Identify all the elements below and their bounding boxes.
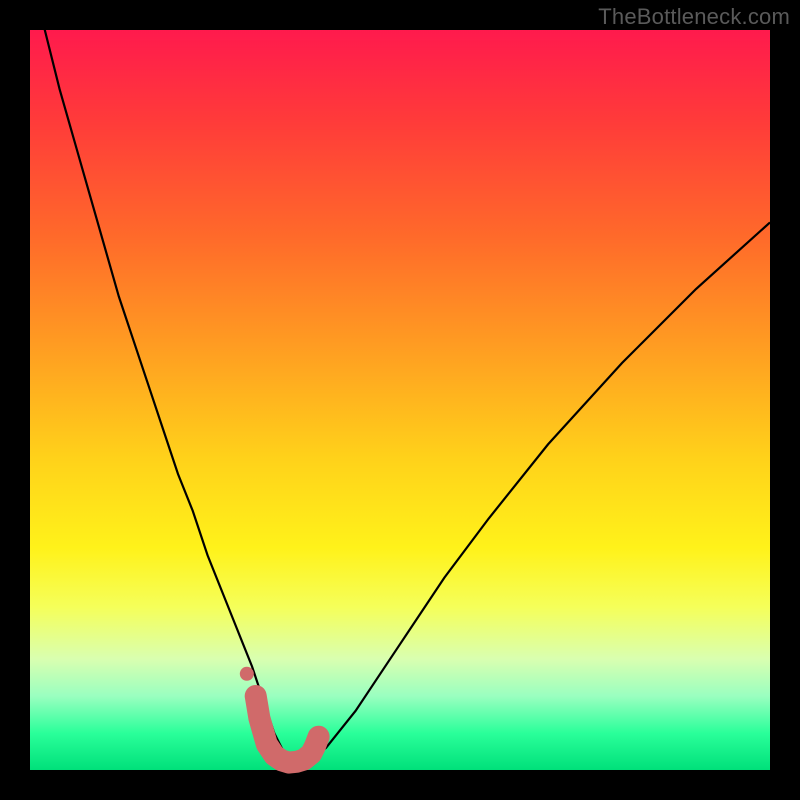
curve-svg	[30, 30, 770, 770]
bottleneck-range-markers	[240, 667, 319, 763]
watermark-text: TheBottleneck.com	[598, 4, 790, 30]
marker-stroke	[256, 696, 319, 763]
plot-area	[30, 30, 770, 770]
chart-canvas: TheBottleneck.com	[0, 0, 800, 800]
bottleneck-curve	[30, 0, 770, 763]
marker-dot	[240, 667, 254, 681]
